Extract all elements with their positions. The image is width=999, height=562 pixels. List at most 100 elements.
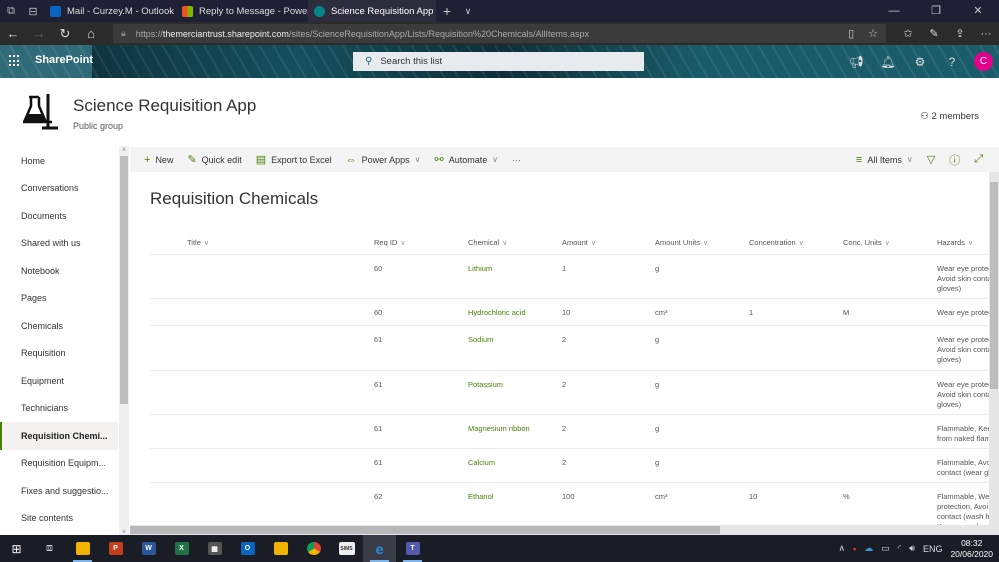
task-view-button[interactable]: ⧈ bbox=[33, 535, 66, 562]
power-apps-button[interactable]: ⇔ Power Apps ∨ bbox=[346, 154, 421, 166]
export-to-excel-button[interactable]: ▤ Export to Excel bbox=[256, 153, 332, 166]
reading-view-icon[interactable]: ▯ bbox=[848, 27, 854, 40]
column-header-concentration[interactable]: Concentration ∨ bbox=[749, 238, 804, 247]
members-button[interactable]: ⚇ 2 members bbox=[920, 111, 979, 122]
list-row[interactable]: 61 Calcium 2 g Flammable, Avo contact (wear … bbox=[150, 449, 989, 483]
browser-tab-outlook[interactable]: Mail - Curzey.M - Outlook bbox=[44, 0, 176, 22]
taskbar-file-explorer[interactable] bbox=[66, 535, 99, 562]
nav-item-site-contents[interactable]: Site contents bbox=[0, 505, 118, 533]
favorites-list-icon[interactable]: ✩ bbox=[895, 27, 921, 40]
expand-icon[interactable]: ⤢ bbox=[974, 153, 983, 166]
favorite-star-icon[interactable]: ☆ bbox=[868, 27, 878, 40]
column-header-conc-units[interactable]: Conc. Units ∨ bbox=[843, 238, 890, 247]
home-button[interactable]: ⌂ bbox=[78, 26, 104, 41]
notifications-bell-icon[interactable]: 🔔︎ bbox=[872, 55, 904, 69]
cell-chemical[interactable]: Ethanol bbox=[468, 492, 493, 501]
avatar[interactable]: C bbox=[974, 52, 993, 71]
cell-chemical[interactable]: Calcium bbox=[468, 458, 495, 467]
quick-edit-button[interactable]: ✎ Quick edit bbox=[187, 153, 241, 166]
nav-item-chemicals[interactable]: Chemicals bbox=[0, 312, 118, 340]
taskbar-file-explorer-2[interactable] bbox=[264, 535, 297, 562]
minimize-button[interactable]: — bbox=[873, 0, 915, 22]
info-icon[interactable]: ⓘ bbox=[949, 152, 960, 168]
nav-item-fixes-and-suggestions[interactable]: Fixes and suggestio... bbox=[0, 477, 118, 505]
forward-button[interactable]: → bbox=[26, 26, 52, 41]
new-button[interactable]: + New bbox=[144, 154, 173, 166]
taskbar-outlook[interactable]: O bbox=[231, 535, 264, 562]
taskbar-sims[interactable]: SIMS bbox=[330, 535, 363, 562]
taskbar-edge[interactable]: e bbox=[363, 535, 396, 562]
address-bar[interactable]: 🔒︎ https://themerciantrust.sharepoint.co… bbox=[113, 24, 886, 43]
nav-item-documents[interactable]: Documents bbox=[0, 202, 118, 230]
column-header-hazards[interactable]: Hazards ∨ bbox=[937, 238, 973, 247]
nav-item-requisition[interactable]: Requisition bbox=[0, 340, 118, 368]
refresh-button[interactable]: ↻ bbox=[52, 26, 78, 42]
column-header-req-id[interactable]: Req ID ∨ bbox=[374, 238, 405, 247]
app-launcher-icon[interactable] bbox=[9, 55, 21, 67]
automate-button[interactable]: ⚯ Automate ∨ bbox=[435, 153, 499, 166]
help-icon[interactable]: ? bbox=[936, 55, 968, 69]
show-hidden-icons[interactable]: ∧ bbox=[838, 543, 845, 554]
more-icon[interactable]: ··· bbox=[973, 28, 999, 40]
nav-item-notebook[interactable]: Notebook bbox=[0, 257, 118, 285]
nav-item-shared-with-us[interactable]: Shared with us bbox=[0, 230, 118, 258]
taskbar-excel[interactable]: X bbox=[165, 535, 198, 562]
list-row[interactable]: 61 Sodium 2 g Wear eye protec Avoid skin con… bbox=[150, 326, 989, 371]
view-selector[interactable]: ≡ All Items ∨ bbox=[856, 154, 913, 166]
cell-chemical[interactable]: Potassium bbox=[468, 380, 503, 389]
nav-item-conversations[interactable]: Conversations bbox=[0, 175, 118, 203]
tab-list-chevron-icon[interactable]: ∨ bbox=[458, 6, 478, 17]
maximize-button[interactable]: ❐ bbox=[915, 0, 957, 22]
clock[interactable]: 08:32 20/06/2020 bbox=[950, 538, 993, 560]
pen-icon[interactable]: ✎ bbox=[921, 27, 947, 40]
nav-item-equipment[interactable]: Equipment bbox=[0, 367, 118, 395]
cell-chemical[interactable]: Hydrochloric acid bbox=[468, 308, 526, 317]
search-box[interactable]: ⚲ Search this list bbox=[353, 52, 644, 71]
column-header-amount[interactable]: Amount ∨ bbox=[562, 238, 596, 247]
scroll-up-icon[interactable]: ∧ bbox=[119, 146, 129, 153]
cell-chemical[interactable]: Lithium bbox=[468, 264, 492, 273]
list-row[interactable]: 61 Magnesium ribbon 2 g Flammable, Kee from … bbox=[150, 415, 989, 449]
left-nav-scrollbar[interactable]: ∧ ∨ bbox=[119, 146, 129, 535]
more-commands-button[interactable]: ··· bbox=[512, 155, 521, 165]
list-horizontal-scrollbar[interactable] bbox=[130, 525, 999, 535]
language-indicator[interactable]: ENG bbox=[923, 544, 943, 554]
scrollbar-thumb[interactable] bbox=[990, 182, 998, 389]
browser-tab-power-platform[interactable]: Reply to Message - Power P bbox=[176, 0, 308, 22]
taskbar-calculator[interactable]: ▦ bbox=[198, 535, 231, 562]
taskbar-powerpoint[interactable]: P bbox=[99, 535, 132, 562]
wifi-icon[interactable]: ◜ bbox=[898, 543, 902, 554]
scrollbar-thumb[interactable] bbox=[120, 156, 128, 404]
nav-item-technicians[interactable]: Technicians bbox=[0, 395, 118, 423]
list-row[interactable]: 62 Ethanol 100 cm³ 10% Flammable, Wea protect… bbox=[150, 483, 989, 525]
list-row[interactable]: 60 Lithium 1 g Wear eye protec Avoid skin co… bbox=[150, 255, 989, 299]
tab-preview-icon[interactable]: ⊟ bbox=[22, 0, 44, 22]
list-row[interactable]: 61 Potassium 2 g Wear eye protec Avoid skin … bbox=[150, 371, 989, 415]
close-window-button[interactable]: ✕ bbox=[957, 0, 999, 22]
taskbar-chrome[interactable] bbox=[297, 535, 330, 562]
list-vertical-scrollbar[interactable] bbox=[989, 172, 999, 525]
column-header-title[interactable]: Title ∨ bbox=[187, 238, 209, 247]
scroll-down-icon[interactable]: ∨ bbox=[119, 528, 129, 535]
nav-item-home[interactable]: Home bbox=[0, 147, 118, 175]
battery-icon[interactable]: ▭ bbox=[881, 543, 890, 554]
column-header-amount-units[interactable]: Amount Units ∨ bbox=[655, 238, 708, 247]
taskbar-teams[interactable]: T bbox=[396, 535, 429, 562]
site-title[interactable]: Science Requisition App bbox=[73, 96, 256, 116]
browser-tab-sharepoint[interactable]: Science Requisition App ✕ bbox=[308, 0, 436, 22]
taskbar-word[interactable]: W bbox=[132, 535, 165, 562]
volume-icon[interactable]: 🔊︎ bbox=[909, 543, 915, 554]
sharepoint-home-link[interactable]: SharePoint bbox=[35, 54, 93, 66]
filter-icon[interactable]: ▽ bbox=[927, 153, 935, 166]
scrollbar-thumb[interactable] bbox=[130, 526, 720, 534]
back-button[interactable]: ← bbox=[0, 26, 26, 41]
network-warning-icon[interactable]: ▪ bbox=[853, 544, 856, 554]
onedrive-icon[interactable]: ☁ bbox=[864, 543, 873, 554]
set-aside-tabs-icon[interactable]: ⧉ bbox=[0, 0, 22, 22]
cell-chemical[interactable]: Magnesium ribbon bbox=[468, 424, 530, 433]
new-tab-button[interactable]: + bbox=[436, 3, 458, 19]
list-row[interactable]: 60 Hydrochloric acid 10 cm³ 1 M Wear eye prote… bbox=[150, 299, 989, 326]
cell-chemical[interactable]: Sodium bbox=[468, 335, 493, 344]
nav-item-pages[interactable]: Pages bbox=[0, 285, 118, 313]
start-button[interactable]: ⊞ bbox=[0, 535, 33, 562]
